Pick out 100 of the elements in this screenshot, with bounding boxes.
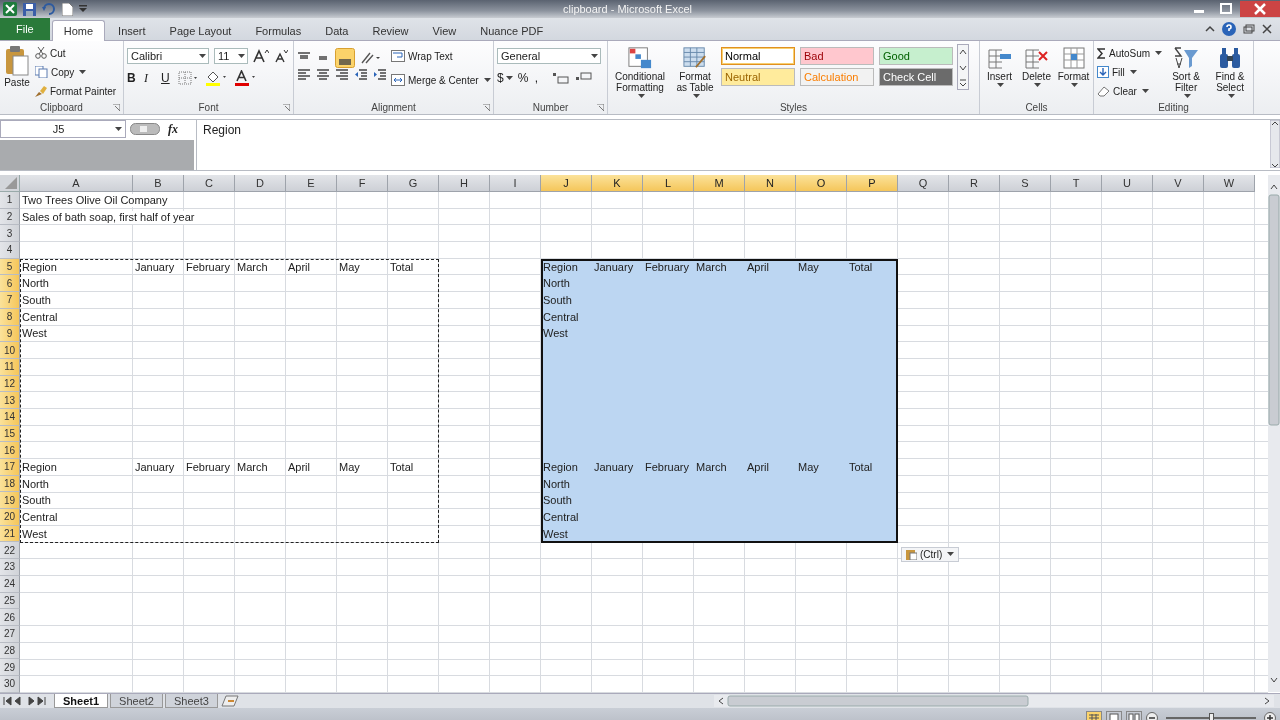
percent-button[interactable]: % (517, 70, 530, 86)
column-header[interactable]: J (541, 175, 592, 192)
column-header[interactable]: U (1102, 175, 1153, 192)
new-sheet-icon[interactable] (219, 695, 240, 707)
autosum-button[interactable]: AutoSum (1097, 45, 1163, 61)
ribbon-tab[interactable]: Data (314, 21, 360, 40)
merge-center-button[interactable]: Merge & Center (391, 72, 491, 88)
conditional-formatting-button[interactable]: Conditional Formatting (611, 44, 669, 98)
column-header[interactable]: O (796, 175, 847, 192)
dialog-launcher-icon[interactable] (113, 104, 120, 111)
borders-icon[interactable] (178, 71, 200, 85)
paste-button[interactable]: Paste (3, 44, 31, 88)
column-header[interactable]: D (235, 175, 286, 192)
bold-button[interactable]: B (127, 70, 139, 86)
grow-font-icon[interactable] (253, 49, 269, 63)
font-family-field[interactable]: Calibri (127, 48, 209, 64)
fill-color-icon[interactable] (205, 70, 229, 86)
cell-style-option[interactable]: Check Cell (879, 68, 953, 86)
underline-button[interactable]: U (161, 70, 173, 86)
cell-style-option[interactable]: Normal (721, 47, 795, 65)
row-header[interactable]: 29 (0, 659, 20, 676)
undo-icon[interactable] (42, 3, 56, 15)
column-header[interactable]: L (643, 175, 694, 192)
ribbon-tab[interactable]: View (421, 21, 468, 40)
row-header[interactable]: 7 (0, 292, 20, 309)
document-icon[interactable] (62, 2, 73, 16)
format-as-table-button[interactable]: Format as Table (673, 44, 717, 98)
sheet-tab[interactable]: Sheet2 (110, 694, 163, 708)
dialog-launcher-icon[interactable] (597, 104, 604, 111)
fill-button[interactable]: Fill (1097, 64, 1163, 80)
column-header[interactable]: F (337, 175, 388, 192)
zoom-slider-thumb[interactable] (1209, 713, 1214, 720)
column-header[interactable]: H (439, 175, 490, 192)
clear-button[interactable]: Clear (1097, 83, 1163, 99)
font-color-icon[interactable] (234, 70, 258, 86)
row-header[interactable]: 1 (0, 192, 20, 209)
cell-style-option[interactable]: Bad (800, 47, 874, 65)
vertical-scrollbar[interactable] (1268, 175, 1280, 692)
restore-icon[interactable] (1243, 24, 1255, 34)
row-header[interactable]: 16 (0, 442, 20, 459)
close-icon[interactable] (1240, 1, 1280, 17)
column-header[interactable]: A (20, 175, 133, 192)
italic-button[interactable]: I (144, 70, 156, 86)
decrease-indent-icon[interactable] (354, 68, 368, 82)
row-header[interactable]: 19 (0, 492, 20, 510)
close-icon[interactable] (1262, 24, 1272, 34)
ribbon-tab[interactable]: Page Layout (158, 21, 243, 40)
format-painter-button[interactable]: Format Painter (35, 83, 117, 99)
row-header[interactable]: 23 (0, 559, 20, 576)
format-button[interactable]: Format (1057, 44, 1090, 87)
number-format-field[interactable]: General (497, 48, 601, 64)
delete-button[interactable]: Delete (1020, 44, 1053, 87)
collapse-formula-bar-icon[interactable] (1270, 120, 1280, 168)
orientation-icon[interactable] (360, 51, 382, 65)
align-left-icon[interactable] (297, 68, 311, 82)
column-header[interactable]: B (133, 175, 184, 192)
align-bottom-icon[interactable] (335, 48, 355, 68)
column-header[interactable]: K (592, 175, 643, 192)
help-icon[interactable] (1222, 22, 1236, 36)
copy-button[interactable]: Copy (35, 64, 117, 80)
row-header[interactable]: 3 (0, 225, 20, 243)
ribbon-tab[interactable]: Nuance PDF (469, 21, 555, 40)
collapse-ribbon-icon[interactable] (1205, 24, 1215, 34)
cell-style-option[interactable]: Good (879, 47, 953, 65)
row-header[interactable]: 10 (0, 342, 20, 359)
row-header[interactable]: 26 (0, 609, 20, 626)
horizontal-scrollbar[interactable] (713, 695, 1274, 707)
sheet-tab[interactable]: Sheet3 (164, 694, 218, 708)
column-header[interactable]: W (1204, 175, 1255, 192)
column-header[interactable]: T (1051, 175, 1102, 192)
dialog-launcher-icon[interactable] (483, 104, 490, 111)
column-header[interactable]: C (184, 175, 235, 192)
ribbon-tab[interactable]: Review (361, 21, 420, 40)
column-header[interactable]: N (745, 175, 796, 192)
column-header[interactable]: V (1153, 175, 1204, 192)
file-tab[interactable]: File (0, 18, 50, 40)
sheet-tab[interactable]: Sheet1 (54, 694, 109, 708)
paste-options-button[interactable]: (Ctrl) (901, 546, 960, 562)
cell-style-option[interactable]: Neutral (721, 68, 795, 86)
name-box[interactable]: J5 (0, 120, 126, 138)
find-select-button[interactable]: Find & Select (1210, 44, 1250, 98)
column-header[interactable]: P (847, 175, 898, 192)
column-header[interactable]: S (1000, 175, 1051, 192)
align-right-icon[interactable] (335, 68, 349, 82)
increase-decimal-icon[interactable] (551, 71, 570, 85)
comma-button[interactable]: , (534, 70, 547, 86)
row-header[interactable]: 20 (0, 509, 20, 526)
currency-button[interactable]: $ (497, 70, 513, 86)
increase-indent-icon[interactable] (373, 68, 387, 82)
sort-filter-button[interactable]: Sort & Filter (1166, 44, 1207, 98)
row-header[interactable]: 17 (0, 459, 20, 476)
font-size-field[interactable]: 11 (214, 48, 248, 64)
ribbon-tab[interactable]: Insert (107, 21, 157, 40)
column-header[interactable]: Q (898, 175, 949, 192)
dialog-launcher-icon[interactable] (283, 104, 290, 111)
row-header[interactable]: 13 (0, 392, 20, 409)
insert-function-button[interactable]: fx (168, 121, 178, 137)
row-header[interactable]: 6 (0, 275, 20, 293)
gallery-scroll-icon[interactable] (957, 44, 969, 90)
row-header[interactable]: 4 (0, 242, 20, 259)
